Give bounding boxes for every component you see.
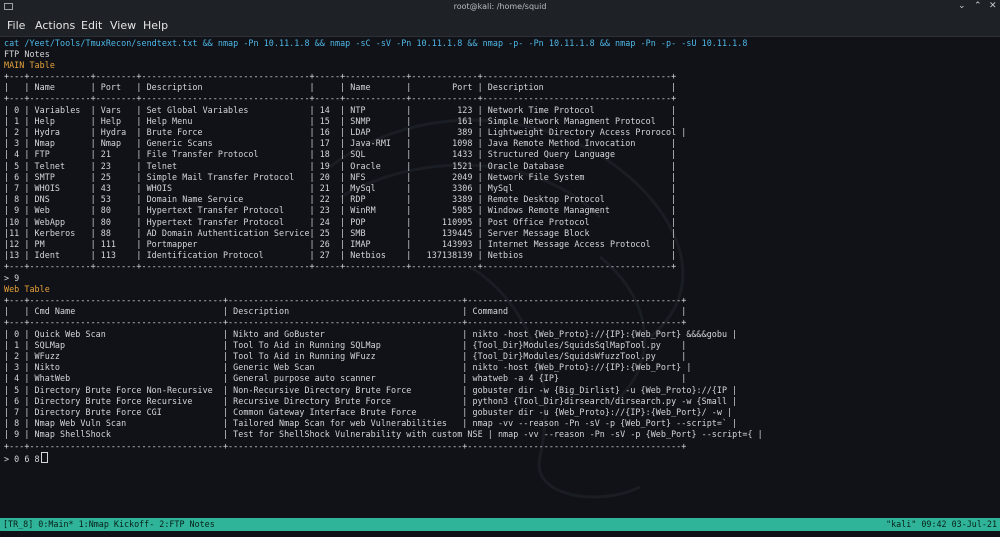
- web-table-line: +---+-----------------------------------…: [4, 295, 687, 305]
- web-table-line: | 0 | Quick Web Scan | Nikto and GoBuste…: [4, 328, 738, 339]
- main-table-line: | 7 | WHOIS | 43 | WHOIS | 21 | MySql | …: [4, 183, 677, 193]
- tmux-status-right: "kali" 09:42 03-Jul-21: [886, 519, 997, 529]
- main-table-line: | 6 | SMTP | 25 | Simple Mail Transfer P…: [4, 171, 677, 182]
- main-table-line: | 5 | Telnet | 23 | Telnet | 19 | Oracle…: [4, 160, 677, 171]
- maximize-button[interactable]: ⌃: [974, 1, 982, 11]
- terminal-view[interactable]: cat /Yeet/Tools/TmuxRecon/sendtext.txt &…: [0, 37, 1000, 518]
- web-table-line: +---+-----------------------------------…: [4, 440, 687, 451]
- web-table-line: | 9 | Nmap ShellShock | Test for ShellSh…: [4, 429, 763, 440]
- web-table-line: | 5 | Directory Brute Force Non-Recursiv…: [4, 384, 738, 395]
- menu-file[interactable]: File: [7, 19, 25, 32]
- prompt-line-2[interactable]: > 0 6 8: [4, 452, 48, 465]
- web-table-line: | | Cmd Name | Description | Command |: [4, 306, 687, 317]
- menu-edit[interactable]: Edit: [81, 19, 102, 32]
- web-table-line: | 6 | Directory Brute Force Recursive | …: [4, 395, 738, 406]
- bottom-gap: [0, 531, 1000, 537]
- main-table-line: |12 | PM | 111 | Portmapper | 26 | IMAP …: [4, 239, 677, 249]
- menu-help[interactable]: Help: [143, 19, 168, 32]
- close-button[interactable]: ✕: [989, 1, 997, 11]
- command-line: cat /Yeet/Tools/TmuxRecon/sendtext.txt &…: [4, 38, 748, 48]
- main-table-title: MAIN Table: [4, 60, 55, 70]
- web-table-line: | 4 | WhatWeb | General purpose auto sca…: [4, 373, 687, 384]
- web-table-line: | 7 | Directory Brute Force CGI | Common…: [4, 407, 733, 417]
- menu-actions[interactable]: Actions: [35, 19, 75, 32]
- menu-view[interactable]: View: [110, 19, 136, 32]
- main-table-line: | 2 | Hydra | Hydra | Brute Force | 16 |…: [4, 127, 687, 137]
- section-label: FTP Notes: [4, 49, 50, 59]
- web-table-line: | 2 | WFuzz | Tool To Aid in Running WFu…: [4, 351, 687, 361]
- main-table-line: | 9 | Web | 80 | Hypertext Transfer Prot…: [4, 205, 677, 216]
- web-table-line: +---+-----------------------------------…: [4, 317, 687, 328]
- main-table-line: | 8 | DNS | 53 | Domain Name Service | 2…: [4, 194, 677, 205]
- main-table-line: |13 | Ident | 113 | Identification Proto…: [4, 250, 677, 261]
- main-table-line: +---+------------+--------+-------------…: [4, 71, 677, 81]
- web-table-title: Web Table: [4, 284, 50, 294]
- main-table-line: | 4 | FTP | 21 | File Transfer Protocol …: [4, 149, 677, 160]
- main-table-line: +---+------------+--------+-------------…: [4, 261, 677, 272]
- menu-bar: File Actions Edit View Help: [0, 14, 1000, 37]
- web-table-line: | 1 | SQLMap | Tool To Aid in Running SQ…: [4, 339, 687, 350]
- minimize-button[interactable]: ⌄: [958, 1, 966, 11]
- window-titlebar: root@kali: /home/squid ⌄ ⌃ ✕: [0, 0, 1000, 14]
- main-table-line: | 3 | Nmap | Nmap | Generic Scans | 17 |…: [4, 138, 677, 149]
- tmux-window-list[interactable]: [TR_8] 0:Main* 1:Nmap Kickoff- 2:FTP Not…: [3, 518, 215, 531]
- main-table-line: | 1 | Help | Help | Help Menu | 15 | SNM…: [4, 115, 677, 126]
- web-table-line: | 8 | Nmap Web Vuln Scan | Tailored Nmap…: [4, 418, 738, 429]
- main-table-line: |10 | WebApp | 80 | Hypertext Transfer P…: [4, 216, 677, 227]
- text-cursor: [40, 452, 48, 463]
- main-table-line: | 0 | Variables | Vars | Set Global Vari…: [4, 104, 677, 115]
- prompt-line-1: > 9: [4, 273, 20, 283]
- prompt-input[interactable]: > 0 6 8: [4, 454, 40, 464]
- main-table-line: | | Name | Port | Description | | Name |…: [4, 82, 677, 93]
- main-table-line: +---+------------+--------+-------------…: [4, 93, 677, 104]
- web-table-line: | 3 | Nikto | Generic Web Scan | nikto -…: [4, 362, 692, 373]
- main-table-line: |11 | Kerberos | 88 | AD Domain Authenti…: [4, 227, 677, 238]
- tmux-status-bar: [TR_8] 0:Main* 1:Nmap Kickoff- 2:FTP Not…: [0, 518, 1000, 531]
- window-title: root@kali: /home/squid: [453, 2, 547, 11]
